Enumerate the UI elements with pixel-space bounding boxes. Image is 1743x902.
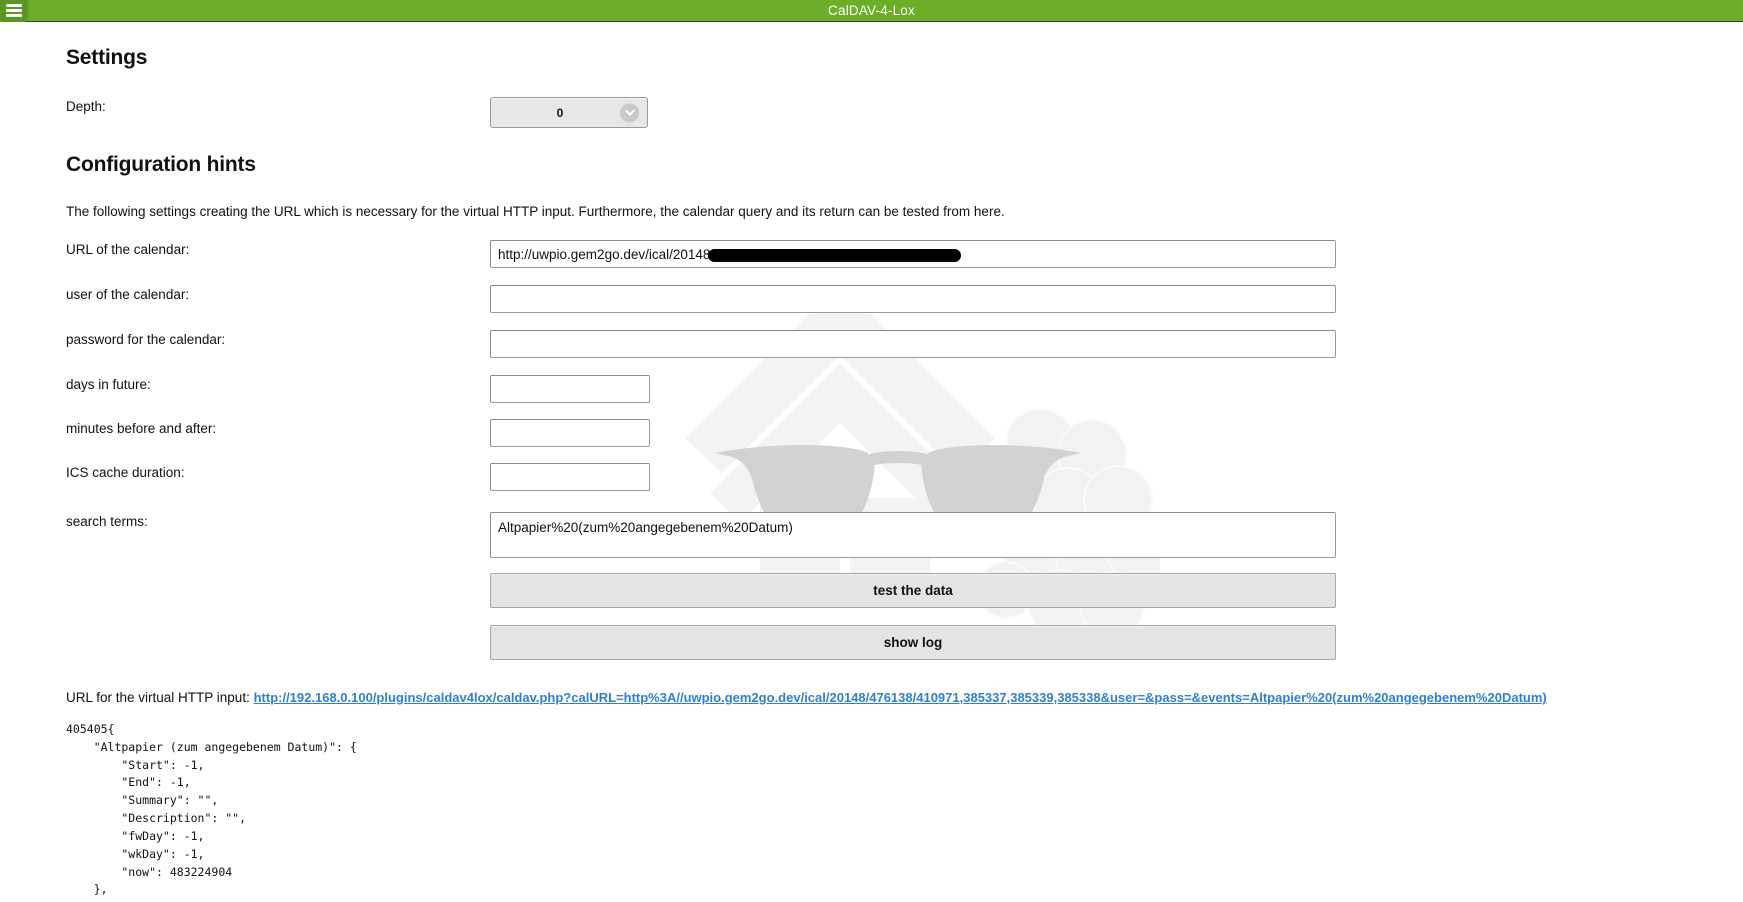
ics-cache-duration-label: ICS cache duration:	[66, 465, 185, 480]
app-title: CalDAV-4-Lox	[828, 3, 915, 18]
calendar-password-label: password for the calendar:	[66, 332, 226, 347]
hamburger-menu-icon[interactable]	[0, 0, 28, 22]
days-in-future-row: days in future:	[66, 375, 1723, 403]
page-body: Settings Depth: 0 Configuration hints Th…	[0, 46, 1743, 902]
calendar-user-label: user of the calendar:	[66, 287, 190, 302]
minutes-before-after-input[interactable]	[490, 419, 650, 447]
test-the-data-button[interactable]: test the data	[490, 573, 1336, 608]
minutes-before-after-row: minutes before and after:	[66, 419, 1723, 447]
show-log-button[interactable]: show log	[490, 625, 1336, 660]
calendar-password-row: password for the calendar:	[66, 330, 1723, 358]
search-terms-row: search terms:	[66, 512, 1723, 558]
calendar-user-input[interactable]	[490, 285, 1336, 313]
depth-row: Depth: 0	[66, 97, 1723, 128]
log-output: 405405{ "Altpapier (zum angegebenem Datu…	[66, 722, 357, 902]
calendar-url-label: URL of the calendar:	[66, 242, 190, 257]
app-topbar: CalDAV-4-Lox	[0, 0, 1743, 22]
search-terms-textarea[interactable]	[490, 512, 1336, 558]
depth-select[interactable]: 0	[490, 97, 648, 128]
calendar-url-row: URL of the calendar:	[66, 240, 1723, 268]
virtual-http-url-line: URL for the virtual HTTP input: http://1…	[66, 690, 1723, 705]
virtual-http-url-label: URL for the virtual HTTP input:	[66, 690, 250, 705]
settings-heading: Settings	[66, 46, 148, 69]
hamburger-bar-2	[6, 9, 22, 12]
hamburger-bar-3	[6, 14, 22, 17]
days-in-future-input[interactable]	[490, 375, 650, 403]
virtual-http-url-link[interactable]: http://192.168.0.100/plugins/caldav4lox/…	[254, 690, 1547, 705]
search-terms-label: search terms:	[66, 514, 148, 529]
configuration-intro-text: The following settings creating the URL …	[66, 204, 1005, 219]
calendar-user-row: user of the calendar:	[66, 285, 1723, 313]
show-log-button-wrapper: show log	[490, 625, 1723, 660]
calendar-url-input[interactable]	[490, 240, 1336, 268]
content-container: Settings Depth: 0 Configuration hints Th…	[0, 46, 1743, 902]
calendar-password-input[interactable]	[490, 330, 1336, 358]
ics-cache-duration-row: ICS cache duration:	[66, 463, 1723, 491]
depth-select-wrapper[interactable]: 0	[490, 97, 648, 128]
minutes-before-after-label: minutes before and after:	[66, 421, 217, 436]
configuration-hints-heading: Configuration hints	[66, 153, 256, 176]
test-data-button-wrapper: test the data	[490, 573, 1723, 608]
hamburger-bar-1	[6, 4, 22, 7]
ics-cache-duration-input[interactable]	[490, 463, 650, 491]
days-in-future-label: days in future:	[66, 377, 151, 392]
depth-label: Depth:	[66, 99, 106, 114]
